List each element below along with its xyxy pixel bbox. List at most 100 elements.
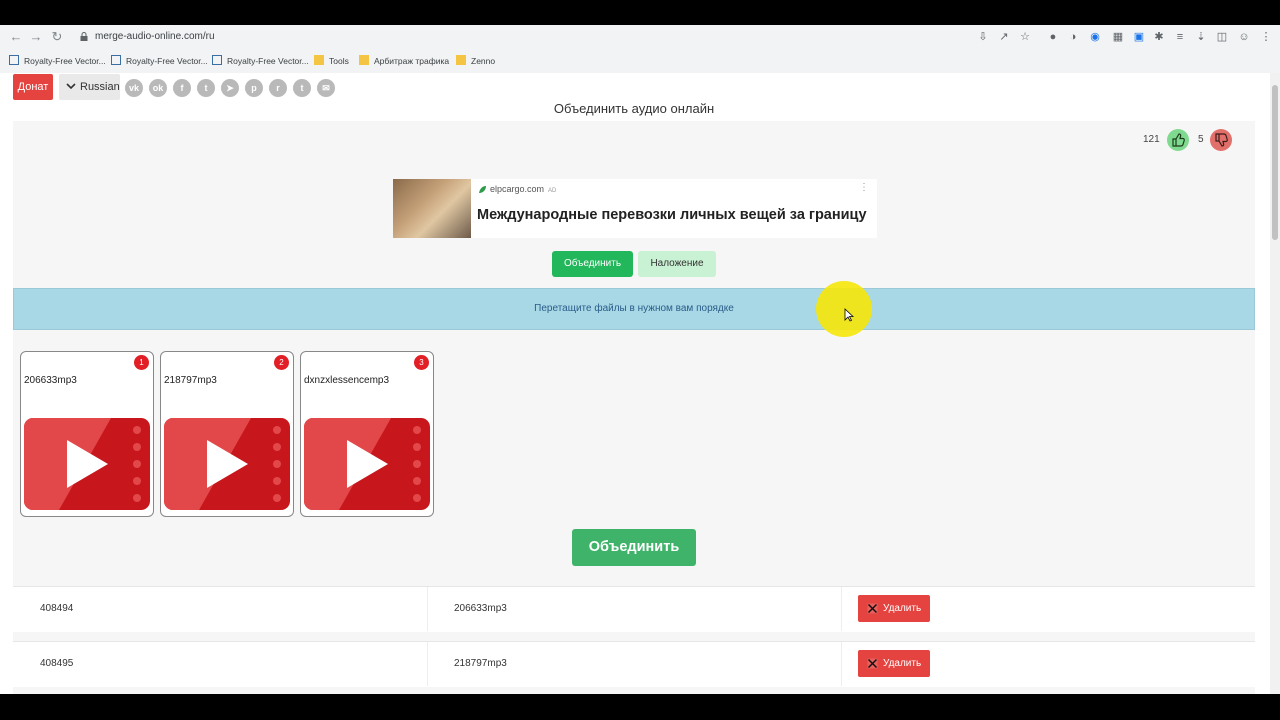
page-title: Объединить аудио онлайн (553, 101, 715, 116)
screen-bottom-bar (0, 694, 1280, 720)
back-icon[interactable]: ← (8, 29, 24, 45)
folder-icon (314, 55, 324, 65)
extension-icon[interactable]: ◉ (1088, 30, 1102, 44)
bookmark-item[interactable]: Royalty-Free Vector... (111, 54, 208, 68)
site-favicon-icon (9, 55, 19, 65)
file-name: 218797mp3 (164, 375, 217, 386)
menu-icon[interactable]: ⋮ (1259, 30, 1273, 44)
thumbs-up-icon (1172, 133, 1185, 147)
lock-icon[interactable] (80, 32, 88, 41)
address-row: ← → ↻ merge-audio-online.com/ru ⇩ ↗ ☆ ● … (0, 25, 1280, 49)
puzzle-icon[interactable]: ✱ (1152, 30, 1166, 44)
dislikes-count: 5 (1198, 134, 1204, 145)
video-file-icon (24, 418, 150, 510)
drag-hint-banner: Перетащите файлы в нужном вам порядке (13, 288, 1255, 330)
vote-widget: 121 5 (1143, 129, 1243, 151)
file-card[interactable]: 2 218797mp3 (160, 351, 294, 517)
video-file-icon (304, 418, 430, 510)
ad-logo-icon (479, 186, 486, 193)
scrollbar-thumb[interactable] (1272, 85, 1278, 240)
video-file-icon (164, 418, 290, 510)
order-badge: 1 (134, 355, 149, 370)
forward-icon[interactable]: → (28, 29, 44, 45)
language-select[interactable]: Russian (59, 74, 120, 100)
order-badge: 3 (414, 355, 429, 370)
mode-merge-button[interactable]: Объединить (552, 251, 633, 277)
folder-icon (456, 55, 466, 65)
odnoklassniki-icon[interactable]: ok (149, 79, 167, 97)
screen-top-bar (0, 0, 1280, 25)
like-button[interactable] (1167, 129, 1189, 151)
extension-icon[interactable]: ◑ (1066, 30, 1080, 44)
language-label: Russian (80, 81, 120, 93)
close-icon (867, 603, 878, 614)
bookmark-item[interactable]: Royalty-Free Vector... (9, 54, 106, 68)
extension-icon[interactable]: ● (1046, 30, 1060, 44)
bookmark-folder[interactable]: Tools (314, 54, 349, 68)
site-favicon-icon (111, 55, 121, 65)
delete-button[interactable]: Удалить (858, 595, 930, 622)
extension-icon[interactable]: ▦ (1111, 30, 1125, 44)
web-page: Донат Russian vk ok f t ➤ p r t ✉ Объеди… (0, 73, 1270, 694)
telegram-icon[interactable]: ➤ (221, 79, 239, 97)
bookmark-star-icon[interactable]: ☆ (1018, 30, 1032, 44)
profile-icon[interactable]: ☺ (1237, 30, 1251, 44)
bookmark-folder[interactable]: Zenno (456, 54, 495, 68)
table-row: 408494 206633mp3 Удалить (13, 586, 1255, 632)
extension-icon[interactable]: ▣ (1132, 30, 1146, 44)
file-card[interactable]: 3 dxnzxlessencemp3 (300, 351, 434, 517)
column-divider (427, 642, 428, 686)
vk-icon[interactable]: vk (125, 79, 143, 97)
column-divider (841, 642, 842, 686)
merge-panel: 121 5 elpcargo.com AD ⋮ Международные пе… (13, 121, 1255, 694)
file-name: 206633mp3 (24, 375, 77, 386)
pinterest-icon[interactable]: p (245, 79, 263, 97)
file-name: 206633mp3 (454, 603, 507, 614)
ad-tag: AD (548, 188, 557, 194)
order-badge: 2 (274, 355, 289, 370)
file-id: 408495 (40, 658, 74, 669)
twitter-icon[interactable]: t (197, 79, 215, 97)
delete-label: Удалить (883, 603, 922, 614)
folder-icon (359, 55, 369, 65)
mail-icon[interactable]: ✉ (317, 79, 335, 97)
thumbs-down-icon (1215, 133, 1228, 147)
delete-label: Удалить (883, 658, 922, 669)
share-icon[interactable]: ↗ (997, 30, 1011, 44)
bookmarks-bar: Royalty-Free Vector... Royalty-Free Vect… (0, 52, 1280, 72)
dislike-button[interactable] (1210, 129, 1232, 151)
facebook-icon[interactable]: f (173, 79, 191, 97)
file-card[interactable]: 1 206633mp3 (20, 351, 154, 517)
advertisement[interactable]: elpcargo.com AD ⋮ Международные перевозки… (393, 179, 877, 238)
browser-chrome: ← → ↻ merge-audio-online.com/ru ⇩ ↗ ☆ ● … (0, 25, 1280, 73)
tumblr-icon[interactable]: t (293, 79, 311, 97)
chevron-down-icon (66, 83, 76, 90)
mouse-cursor-icon (844, 308, 854, 322)
file-name: dxnzxlessencemp3 (304, 375, 390, 386)
reading-list-icon[interactable]: ≡ (1173, 30, 1187, 44)
reddit-icon[interactable]: r (269, 79, 287, 97)
reload-icon[interactable]: ↻ (49, 29, 65, 45)
install-icon[interactable]: ⇩ (976, 30, 990, 44)
column-divider (427, 587, 428, 631)
file-name: 218797mp3 (454, 658, 507, 669)
ad-headline[interactable]: Международные перевозки личных вещей за … (477, 207, 867, 223)
bookmark-folder[interactable]: Арбитраж трафика (359, 54, 449, 68)
address-bar[interactable]: merge-audio-online.com/ru (95, 31, 215, 42)
likes-count: 121 (1143, 134, 1160, 145)
table-row: 408495 218797mp3 Удалить (13, 641, 1255, 687)
delete-button[interactable]: Удалить (858, 650, 930, 677)
site-favicon-icon (212, 55, 222, 65)
ad-domain: elpcargo.com (490, 184, 545, 194)
merge-files-button[interactable]: Объединить (572, 529, 696, 566)
ad-image (393, 179, 471, 238)
ad-options-icon[interactable]: ⋮ (859, 182, 869, 193)
donate-button[interactable]: Донат (13, 74, 53, 100)
column-divider (841, 587, 842, 631)
close-icon (867, 658, 878, 669)
bookmark-item[interactable]: Royalty-Free Vector... (212, 54, 309, 68)
side-panel-icon[interactable]: ◫ (1215, 30, 1229, 44)
mode-overlay-button[interactable]: Наложение (638, 251, 716, 277)
file-id: 408494 (40, 603, 74, 614)
download-icon[interactable]: ⇣ (1194, 30, 1208, 44)
